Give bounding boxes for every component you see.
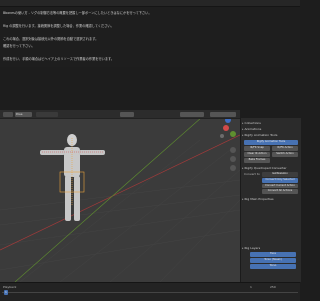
floor-grid xyxy=(0,139,240,282)
animation-tool-button[interactable]: Switch Action xyxy=(272,152,298,157)
convert-button[interactable]: Convert Current Action xyxy=(262,183,298,188)
animation-tool-button[interactable]: IK/FK Snap xyxy=(244,146,270,151)
timeline-editor: Playback 1 250 1 xyxy=(0,282,300,301)
note-line: Bbonesの使い方 - リグの制御方法等の概要を把握し一部ボーンにしたいときは… xyxy=(3,11,152,15)
panel-section-header[interactable]: Rigify Animation Tools xyxy=(242,133,277,137)
rig-layer-toggle[interactable]: Torso (Tweak) xyxy=(250,258,296,263)
timeline-ruler[interactable] xyxy=(2,292,298,293)
overlay-buttons[interactable] xyxy=(210,111,236,117)
animation-tool-button[interactable]: IK/FK Action xyxy=(272,146,298,151)
character-mesh[interactable] xyxy=(40,134,105,221)
animation-tool-button[interactable]: Clear IK Action xyxy=(244,152,270,157)
shading-buttons[interactable] xyxy=(180,111,204,117)
note-line: Rig の調整を行います。接続関節を調整した場合、作業の確認してください。 xyxy=(3,24,114,28)
viewport-scene xyxy=(0,110,240,282)
panel-section-header[interactable]: Animations xyxy=(242,127,261,131)
panel-section-header[interactable]: Collections xyxy=(242,121,260,125)
navigation-gizmo[interactable] xyxy=(220,117,236,138)
converter-section-header[interactable]: Rigify Quadruped Converter xyxy=(242,166,286,170)
rig-layers-header[interactable]: Rig Layers xyxy=(242,246,260,250)
viewport-nav-buttons[interactable] xyxy=(230,147,236,171)
transform-pivot[interactable] xyxy=(120,111,134,117)
note-line: 確認を行って下さい。 xyxy=(3,43,35,48)
current-frame-indicator[interactable]: 1 xyxy=(4,290,8,295)
instruction-notes: Bbonesの使い方 - リグの制御方法等の概要を把握し一部ボーンにしたいときは… xyxy=(0,7,300,67)
viewport-header: Pose xyxy=(0,110,240,119)
mode-dropdown[interactable]: Pose xyxy=(15,111,32,117)
workspace-tab-bar: ShadingUV EditingTexture PaintSculptingA… xyxy=(0,0,300,17)
editor-type-button[interactable] xyxy=(3,111,13,117)
note-line: これの場合、選択対象は接続元以外の関節を自動で選択されます。 xyxy=(3,37,99,41)
y-axis-line xyxy=(14,110,211,282)
start-frame[interactable]: 1 xyxy=(250,285,252,289)
animation-tool-button[interactable]: Rigify Animation Tools xyxy=(244,140,298,145)
3d-viewport[interactable] xyxy=(0,110,240,282)
end-frame[interactable]: 250 xyxy=(270,285,276,289)
convert-to-label: Convert to xyxy=(244,172,260,176)
animation-tool-button[interactable]: Bake Frames xyxy=(244,158,270,163)
convert-target-dropdown[interactable]: GetSkeleton xyxy=(262,172,298,177)
x-axis-line xyxy=(0,134,240,251)
rig-layer-toggle[interactable]: Torso xyxy=(250,264,296,269)
rig-main-properties-header[interactable]: Rig Main Properties xyxy=(242,197,273,201)
convert-button[interactable]: Convert All Actions xyxy=(262,189,298,194)
note-line: 作成を行い、手順の場合はビヘイア上のリソースで作業者の作業を行います。 xyxy=(3,56,115,61)
playback-menu[interactable]: Playback xyxy=(3,285,16,289)
view-menu[interactable] xyxy=(36,111,58,117)
rig-layer-toggle[interactable]: Face xyxy=(250,252,296,257)
convert-button[interactable]: Convert Only Selected xyxy=(262,178,298,183)
